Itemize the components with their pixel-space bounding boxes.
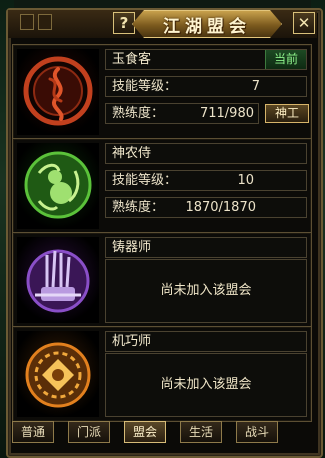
not-joined-message: 尚未加入该盟会 [105,259,307,323]
tab-putong[interactable]: 普通 [12,421,54,443]
flame-coil-icon [17,49,99,135]
proficiency-row: 熟练度： 1870/1870 [105,197,307,218]
title-ornament-left [20,14,34,30]
job-name-row: 神农侍 [105,143,307,164]
window-title: 江湖盟会 [163,16,251,37]
shengong-button[interactable]: 神工 [265,104,309,123]
skill-level-value: 7 [251,79,260,94]
proficiency-value: 711/980 [199,106,254,121]
proficiency-label: 熟练度： [112,106,165,121]
skill-level-label: 技能等级： [112,79,178,94]
tab-menghui[interactable]: 盟会 [124,421,166,443]
title-ornament-left-2 [38,14,52,30]
skill-level-label: 技能等级： [112,173,178,188]
job-name: 铸器师 [112,240,152,255]
gear-flower-icon [17,331,99,417]
job-name: 玉食客 [112,52,152,67]
job-card-shennongshi: 神农侍 技能等级： 10 熟练度： 1870/1870 [12,138,312,234]
proficiency-row: 熟练度： 711/980 [105,103,259,124]
tab-zhandou[interactable]: 战斗 [236,421,278,443]
tab-shenghuo[interactable]: 生活 [180,421,222,443]
job-name: 神农侍 [112,146,152,161]
job-name: 机巧师 [112,334,152,349]
skill-level-row: 技能等级： 7 [105,76,307,97]
job-card-yushike: 玉食客 当前 技能等级： 7 熟练度： 711/980 神工 [12,44,312,140]
current-status-badge: 当前 [265,50,306,69]
skill-level-value: 10 [237,173,254,188]
category-tabs: 普通 门派 盟会 生活 战斗 [12,421,312,445]
help-button[interactable]: ? [113,12,135,34]
close-button[interactable]: ✕ [293,12,315,34]
weapon-rack-icon [17,237,99,323]
not-joined-message: 尚未加入该盟会 [105,353,307,417]
job-name-row: 铸器师 [105,237,307,258]
proficiency-value: 1870/1870 [185,200,256,215]
proficiency-label: 熟练度： [112,200,165,215]
gourd-vine-icon [17,143,99,229]
job-card-zhuqishi: 铸器师 尚未加入该盟会 [12,232,312,328]
job-name-row: 机巧师 [105,331,307,352]
skill-level-row: 技能等级： 10 [105,170,307,191]
tab-menpai[interactable]: 门派 [68,421,110,443]
job-card-jiqiaoshi: 机巧师 尚未加入该盟会 [12,326,312,422]
title-plate: 江湖盟会 [132,10,282,38]
job-name-row: 玉食客 当前 [105,49,307,70]
